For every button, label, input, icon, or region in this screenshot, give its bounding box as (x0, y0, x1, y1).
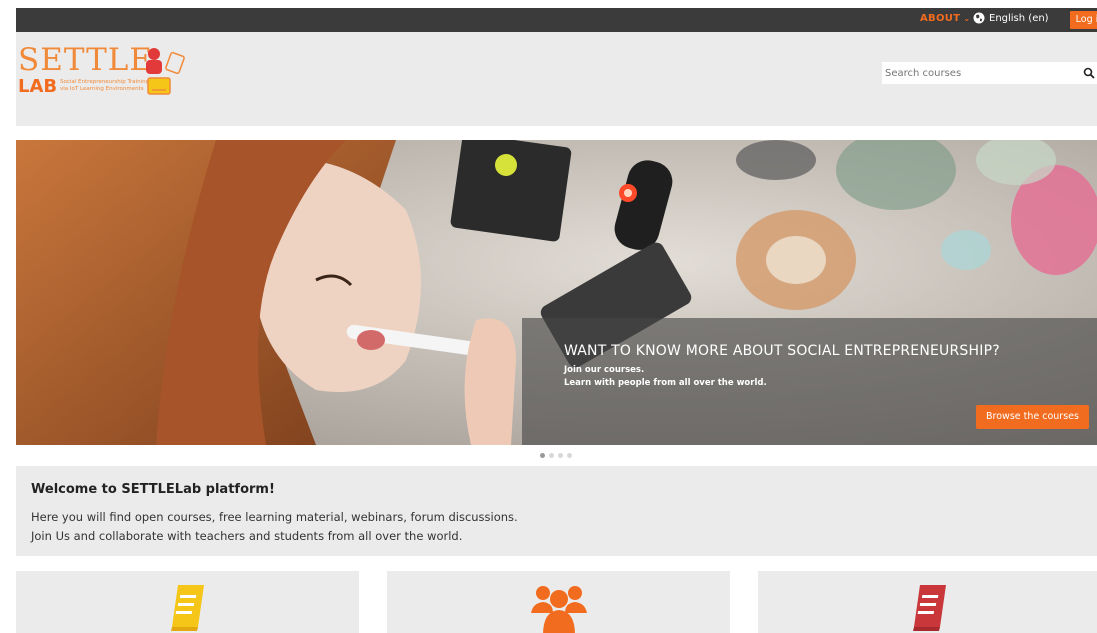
hero-caption: WANT TO KNOW MORE ABOUT SOCIAL ENTREPREN… (522, 318, 1097, 445)
login-button[interactable]: Log in (1070, 11, 1097, 29)
search-icon[interactable] (1083, 67, 1095, 79)
logo-subtitle: LAB (18, 76, 58, 97)
browse-courses-button[interactable]: Browse the courses (976, 405, 1089, 429)
chevron-down-icon[interactable]: ⌄ (963, 14, 970, 23)
users-group-icon (530, 586, 587, 633)
hero-line-2: Learn with people from all over the worl… (564, 378, 767, 388)
feature-card-resources[interactable] (758, 571, 1097, 633)
about-menu[interactable]: ABOUT ⌄ (920, 13, 970, 24)
feature-card-courses[interactable] (16, 571, 359, 633)
hero-line-1: Join our courses. (564, 365, 645, 375)
globe-icon (973, 12, 985, 24)
language-label[interactable]: English (en) (989, 13, 1049, 24)
logo-tagline-line2: via IoT Learning Environments (60, 86, 144, 92)
search-input[interactable] (882, 62, 1077, 84)
carousel-dot-1[interactable] (540, 453, 545, 458)
logo-figure-icon (146, 48, 185, 95)
logo-title: SETTLE (18, 42, 154, 78)
top-navbar: ABOUT⌄ English (en) Log in (16, 8, 1097, 32)
logo-tagline: Social Entrepreneurship Training via IoT… (60, 79, 150, 93)
welcome-text-2: Join Us and collaborate with teachers an… (31, 529, 463, 543)
carousel-indicators (540, 453, 572, 458)
red-book-icon (912, 585, 946, 631)
logo-tagline-line1: Social Entrepreneurship Training (60, 79, 150, 85)
search-box (882, 62, 1097, 84)
carousel-dot-2[interactable] (549, 453, 554, 458)
site-logo[interactable]: SETTLE LAB Social Entrepreneurship Train… (18, 42, 198, 106)
feature-card-community[interactable] (387, 571, 730, 633)
welcome-text-1: Here you will find open courses, free le… (31, 510, 518, 524)
welcome-panel: Welcome to SETTLELab platform! Here you … (16, 466, 1097, 556)
site-header: SETTLE LAB Social Entrepreneurship Train… (16, 32, 1097, 126)
welcome-title: Welcome to SETTLELab platform! (31, 482, 275, 497)
language-menu[interactable]: English (en) (973, 12, 1049, 24)
carousel-dot-3[interactable] (558, 453, 563, 458)
about-menu-label[interactable]: ABOUT (920, 13, 960, 24)
carousel-dot-4[interactable] (567, 453, 572, 458)
hero-heading: WANT TO KNOW MORE ABOUT SOCIAL ENTREPREN… (564, 343, 1000, 359)
yellow-book-icon (170, 585, 204, 631)
hero-carousel[interactable]: WANT TO KNOW MORE ABOUT SOCIAL ENTREPREN… (16, 140, 1097, 445)
